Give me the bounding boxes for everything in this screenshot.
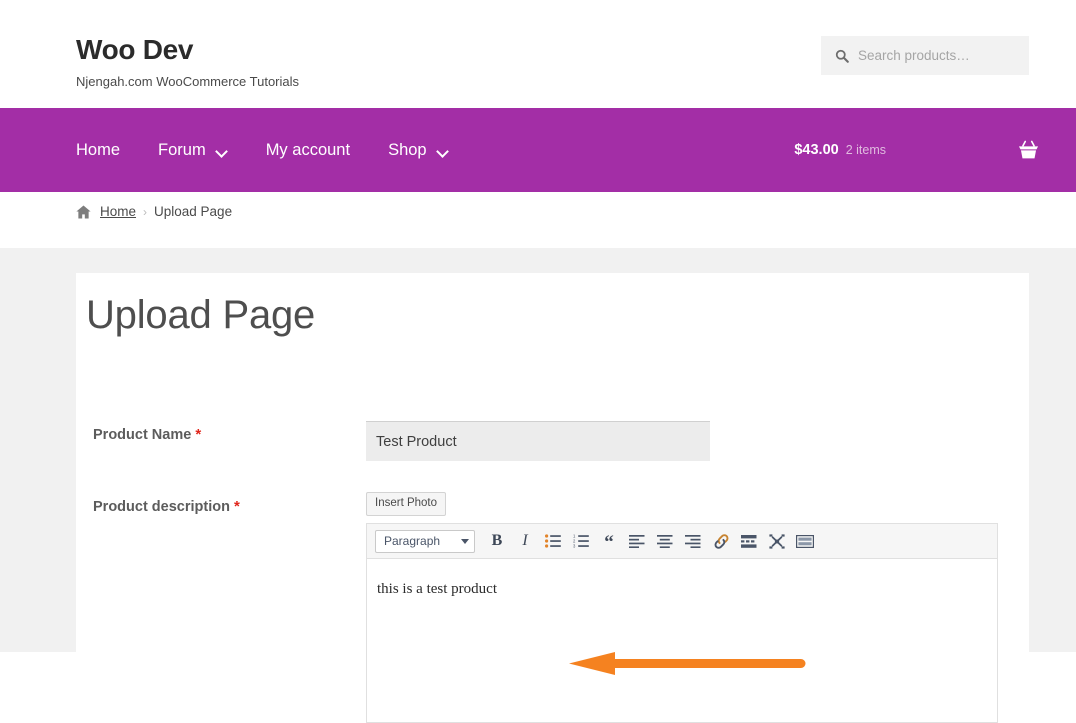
nav-item-forum[interactable]: Forum [158, 142, 228, 159]
insert-read-more-button[interactable] [738, 530, 760, 552]
bulleted-list-button[interactable] [542, 530, 564, 552]
upload-page-card: Upload Page Product Name* Product descri… [76, 273, 1029, 723]
label-product-description: Product description * [93, 499, 240, 515]
breadcrumb-separator: › [143, 204, 148, 219]
paragraph-format-value: Paragraph [384, 534, 441, 548]
label-product-description-text: Product description [93, 499, 230, 515]
insert-link-button[interactable] [710, 530, 732, 552]
site-title[interactable]: Woo Dev [76, 36, 299, 64]
paragraph-format-select[interactable]: Paragraph [375, 529, 475, 553]
nav-item-home[interactable]: Home [76, 142, 120, 159]
content-background: Upload Page Product Name* Product descri… [0, 248, 1076, 723]
align-left-button[interactable] [626, 530, 648, 552]
numbered-list-icon: 1 2 3 [573, 534, 589, 548]
svg-text:3: 3 [573, 544, 576, 548]
nav-link-shop[interactable]: Shop [388, 142, 427, 159]
page-title: Upload Page [86, 293, 316, 337]
chevron-down-icon[interactable] [217, 147, 228, 154]
nav-link-home[interactable]: Home [76, 142, 120, 159]
cart-item-count: 2 items [845, 142, 886, 157]
home-icon[interactable] [76, 205, 91, 219]
bulleted-list-icon [545, 534, 561, 548]
cart-summary[interactable]: $43.00 2 items [794, 108, 1039, 192]
product-name-input[interactable] [366, 421, 710, 461]
align-center-icon [657, 534, 673, 548]
nav-item-my-account[interactable]: My account [266, 142, 350, 159]
breadcrumb-current: Upload Page [154, 204, 233, 219]
editor-toolbar: Paragraph B I 1 2 3 “ [367, 524, 997, 559]
breadcrumb: Home › Upload Page [76, 204, 232, 219]
nav-link-forum[interactable]: Forum [158, 142, 206, 159]
keyboard-icon [796, 534, 814, 548]
nav-menu: Home Forum My account Shop [76, 108, 487, 192]
align-right-button[interactable] [682, 530, 704, 552]
site-tagline: Njengah.com WooCommerce Tutorials [76, 74, 300, 89]
label-product-name: Product Name * [93, 427, 201, 443]
fullscreen-icon [769, 533, 785, 549]
editor-paragraph: this is a test product [377, 581, 497, 597]
required-marker: * [195, 426, 202, 443]
read-more-icon [741, 534, 757, 548]
bold-button[interactable]: B [486, 530, 508, 552]
italic-button[interactable]: I [514, 530, 536, 552]
search-input[interactable] [858, 48, 1015, 63]
required-marker: * [233, 498, 240, 515]
align-left-icon [629, 534, 645, 548]
chevron-down-icon [461, 538, 469, 544]
site-header: Woo Dev Njengah.com WooCommerce Tutorial… [0, 0, 1076, 108]
link-icon [714, 533, 728, 549]
label-product-name-text: Product Name [93, 427, 192, 443]
align-center-button[interactable] [654, 530, 676, 552]
site-branding[interactable]: Woo Dev Njengah.com WooCommerce Tutorial… [76, 36, 300, 89]
cart-total: $43.00 [794, 141, 839, 158]
breadcrumb-bar: Home › Upload Page [0, 192, 1076, 248]
keyboard-shortcuts-button[interactable] [794, 530, 816, 552]
search-icon [835, 49, 849, 63]
breadcrumb-link-home[interactable]: Home [100, 204, 136, 219]
nav-link-my-account[interactable]: My account [266, 142, 350, 159]
shopping-basket-icon[interactable] [1018, 140, 1039, 160]
numbered-list-button[interactable]: 1 2 3 [570, 530, 592, 552]
nav-item-shop[interactable]: Shop [388, 142, 449, 159]
product-search-form[interactable] [821, 36, 1029, 75]
primary-navigation: Home Forum My account Shop $43.00 2 item… [0, 108, 1076, 192]
blockquote-button[interactable]: “ [598, 532, 620, 554]
chevron-down-icon[interactable] [438, 147, 449, 154]
description-editor: Paragraph B I 1 2 3 “ this is a test pro… [366, 523, 998, 723]
fullscreen-button[interactable] [766, 530, 788, 552]
editor-content-area[interactable]: this is a test product [367, 559, 997, 598]
align-right-icon [685, 534, 701, 548]
insert-photo-button[interactable]: Insert Photo [366, 492, 447, 516]
